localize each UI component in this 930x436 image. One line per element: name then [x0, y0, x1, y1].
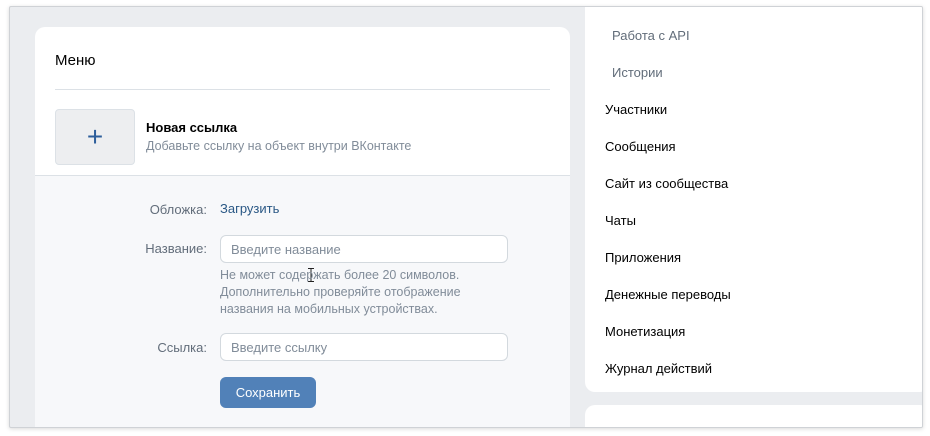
save-button[interactable]: Сохранить: [220, 377, 316, 408]
link-label: Ссылка:: [157, 340, 207, 355]
sidebar-item-action-log[interactable]: Журнал действий: [605, 361, 712, 376]
sidebar-item-apps[interactable]: Приложения: [605, 250, 681, 265]
cover-label: Обложка:: [149, 202, 207, 217]
name-input[interactable]: [220, 235, 508, 263]
menu-title: Меню: [55, 52, 96, 69]
sidebar: Работа с API Истории Участники Сообщения…: [585, 7, 922, 392]
sidebar-item-transfers[interactable]: Денежные переводы: [605, 287, 731, 302]
divider: [55, 89, 550, 90]
new-link-title: Новая ссылка: [146, 120, 238, 135]
sidebar-secondary-card: [585, 405, 922, 427]
add-link-button[interactable]: +: [55, 109, 135, 165]
sidebar-item-stories[interactable]: Истории: [612, 65, 663, 80]
name-hint: Не может содержать более 20 символов. До…: [220, 268, 461, 316]
link-input[interactable]: [220, 333, 508, 361]
sidebar-item-monetization[interactable]: Монетизация: [605, 324, 685, 339]
menu-card: Меню + Новая ссылка Добавьте ссылку на о…: [35, 27, 570, 427]
new-link-subtitle: Добавьте ссылку на объект внутри ВКонтак…: [146, 139, 412, 153]
window-frame: Меню + Новая ссылка Добавьте ссылку на о…: [9, 6, 923, 428]
sidebar-item-members[interactable]: Участники: [605, 102, 667, 117]
name-label: Название:: [145, 241, 207, 256]
plus-icon: +: [86, 121, 104, 152]
sidebar-item-messages[interactable]: Сообщения: [605, 139, 676, 154]
sidebar-item-chats[interactable]: Чаты: [605, 213, 636, 228]
sidebar-item-api[interactable]: Работа с API: [612, 28, 690, 43]
upload-cover-link[interactable]: Загрузить: [220, 201, 279, 216]
sidebar-item-site[interactable]: Сайт из сообщества: [605, 176, 728, 191]
